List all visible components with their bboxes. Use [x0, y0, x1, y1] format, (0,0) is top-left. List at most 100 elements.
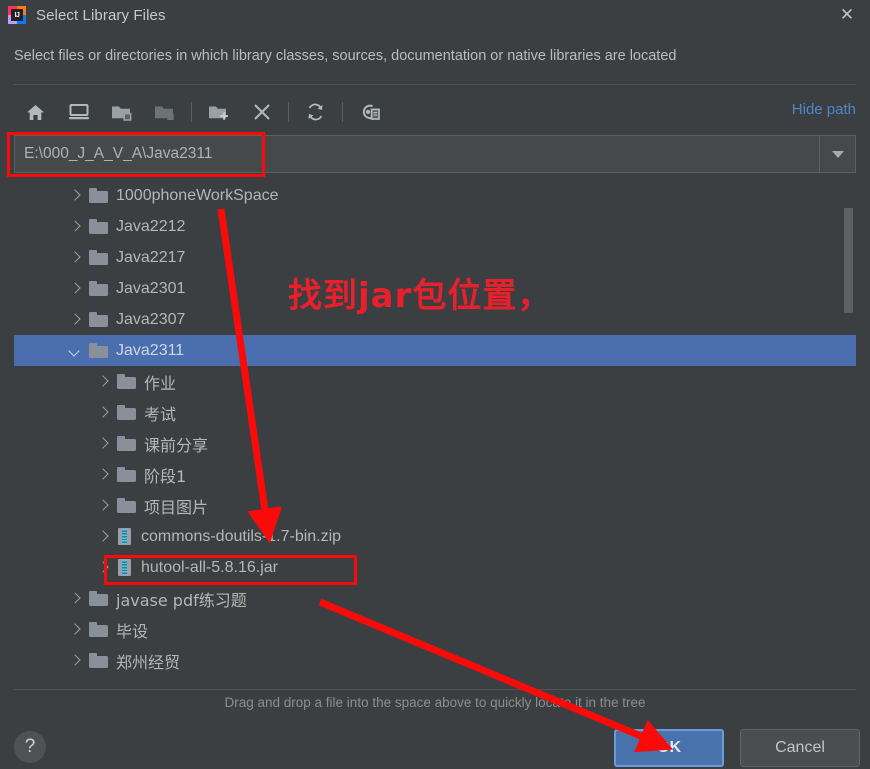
- file-tree-body: 1000phoneWorkSpace Java2212 Java2217 Java23…: [14, 180, 856, 676]
- home-icon: [27, 104, 44, 120]
- folder-icon: [117, 467, 136, 482]
- folder-icon: [89, 281, 108, 296]
- tree-row-label: 1000phoneWorkSpace: [116, 186, 279, 204]
- scrollbar-thumb[interactable]: [844, 208, 853, 313]
- tree-row[interactable]: 1000phoneWorkSpace: [14, 180, 856, 211]
- project-directory-button[interactable]: [100, 95, 143, 129]
- chevron-right-icon[interactable]: [68, 251, 82, 265]
- chevron-right-icon[interactable]: [68, 623, 82, 637]
- chevron-right-icon[interactable]: [68, 189, 82, 203]
- tree-row-label: 阶段1: [144, 466, 187, 486]
- tree-row-label: 项目图片: [144, 497, 209, 517]
- title-bar: IJ Select Library Files ✕: [0, 0, 870, 30]
- tree-row-label: 考试: [144, 404, 177, 424]
- tree-row-label: Java2311: [116, 341, 185, 359]
- chevron-down-icon: [831, 150, 844, 158]
- chevron-right-icon[interactable]: [68, 592, 82, 606]
- tree-row-label: Java2301: [116, 279, 186, 297]
- tree-row-label: 毕设: [116, 621, 149, 641]
- tree-row-label: 郑州经贸: [116, 652, 181, 672]
- ok-button[interactable]: OK: [614, 729, 724, 767]
- project-folder-icon: [111, 106, 131, 121]
- new-folder-button[interactable]: [197, 95, 240, 129]
- folder-icon: [89, 343, 108, 358]
- refresh-icon: [308, 103, 323, 121]
- tree-row[interactable]: commons-doutils-1.7-bin.zip: [14, 521, 856, 552]
- tree-row[interactable]: 课前分享: [14, 428, 856, 459]
- tree-row[interactable]: Java2212: [14, 211, 856, 242]
- folder-icon: [117, 436, 136, 451]
- chevron-right-icon[interactable]: [96, 437, 110, 451]
- folder-icon: [89, 653, 108, 668]
- chevron-right-icon[interactable]: [96, 406, 110, 420]
- tree-row-label: Java2217: [116, 248, 186, 266]
- close-x-icon: [253, 104, 270, 120]
- drag-drop-hint: Drag and drop a file into the space abov…: [224, 695, 646, 710]
- folder-icon: [117, 374, 136, 389]
- new-folder-icon: [208, 106, 228, 120]
- tree-row-label: Java2212: [116, 217, 186, 235]
- intellij-idea-logo-icon: IJ: [8, 6, 26, 24]
- folder-icon: [89, 312, 108, 327]
- chevron-right-icon[interactable]: [96, 530, 110, 544]
- cancel-button[interactable]: Cancel: [740, 729, 860, 767]
- module-directory-button[interactable]: [143, 95, 186, 129]
- tree-row-label: 课前分享: [144, 435, 209, 455]
- tree-row[interactable]: Java2301: [14, 273, 856, 304]
- toolbar-separator-3: [342, 102, 343, 122]
- tree-row[interactable]: Java2307: [14, 304, 856, 335]
- chevron-right-icon[interactable]: [96, 561, 110, 575]
- home-button[interactable]: [14, 95, 57, 129]
- chevron-right-icon[interactable]: [96, 468, 110, 482]
- chevron-right-icon[interactable]: [68, 220, 82, 234]
- folder-icon: [89, 591, 108, 606]
- tree-row-label: 作业: [144, 373, 177, 393]
- file-tree[interactable]: 1000phoneWorkSpace Java2212 Java2217 Java23…: [14, 180, 856, 688]
- select-library-files-dialog: IJ Select Library Files ✕ Select files o…: [0, 0, 870, 769]
- desktop-button[interactable]: [57, 95, 100, 129]
- file-chooser-toolbar: Hide path: [14, 92, 856, 132]
- toolbar-separator-1: [191, 102, 192, 122]
- help-button[interactable]: ?: [14, 731, 46, 763]
- tree-row[interactable]: Java2217: [14, 242, 856, 273]
- folder-icon: [117, 498, 136, 513]
- hide-path-link[interactable]: Hide path: [792, 101, 856, 118]
- tree-row[interactable]: 毕设: [14, 614, 856, 645]
- chevron-right-icon[interactable]: [68, 654, 82, 668]
- chevron-right-icon[interactable]: [96, 499, 110, 513]
- folder-icon: [89, 188, 108, 203]
- tree-row-label: commons-doutils-1.7-bin.zip: [141, 527, 342, 545]
- window-title: Select Library Files: [36, 6, 166, 24]
- tree-row[interactable]: 考试: [14, 397, 856, 428]
- tree-row[interactable]: Java2311: [14, 335, 856, 366]
- archive-icon: [117, 528, 132, 545]
- path-history-dropdown-button[interactable]: [820, 135, 856, 173]
- tree-row[interactable]: 郑州经贸: [14, 645, 856, 676]
- delete-button[interactable]: [240, 95, 283, 129]
- close-icon[interactable]: ✕: [824, 0, 870, 30]
- folder-icon: [117, 405, 136, 420]
- divider-top: [14, 84, 856, 85]
- chevron-right-icon[interactable]: [68, 282, 82, 296]
- desktop-icon: [68, 104, 89, 120]
- tree-row[interactable]: javase pdf练习题: [14, 583, 856, 614]
- vertical-scrollbar[interactable]: [843, 180, 854, 688]
- tree-row[interactable]: hutool-all-5.8.16.jar: [14, 552, 856, 583]
- tree-row-label: hutool-all-5.8.16.jar: [141, 558, 278, 576]
- divider-bottom: [14, 689, 856, 690]
- dialog-description: Select files or directories in which lib…: [14, 48, 677, 64]
- chevron-right-icon[interactable]: [96, 375, 110, 389]
- show-hidden-files-button[interactable]: [348, 95, 391, 129]
- tree-row[interactable]: 项目图片: [14, 490, 856, 521]
- chevron-right-icon[interactable]: [68, 313, 82, 327]
- path-row: E:\000_J_A_V_A\Java2311: [14, 135, 856, 173]
- chevron-down-icon[interactable]: [68, 344, 82, 358]
- path-input[interactable]: E:\000_J_A_V_A\Java2311: [14, 135, 820, 173]
- module-folder-icon: [154, 106, 174, 120]
- tree-row[interactable]: 阶段1: [14, 459, 856, 490]
- show-hidden-files-icon: [362, 104, 380, 120]
- tree-row[interactable]: 作业: [14, 366, 856, 397]
- folder-icon: [89, 250, 108, 265]
- tree-row-label: Java2307: [116, 310, 186, 328]
- refresh-button[interactable]: [294, 95, 337, 129]
